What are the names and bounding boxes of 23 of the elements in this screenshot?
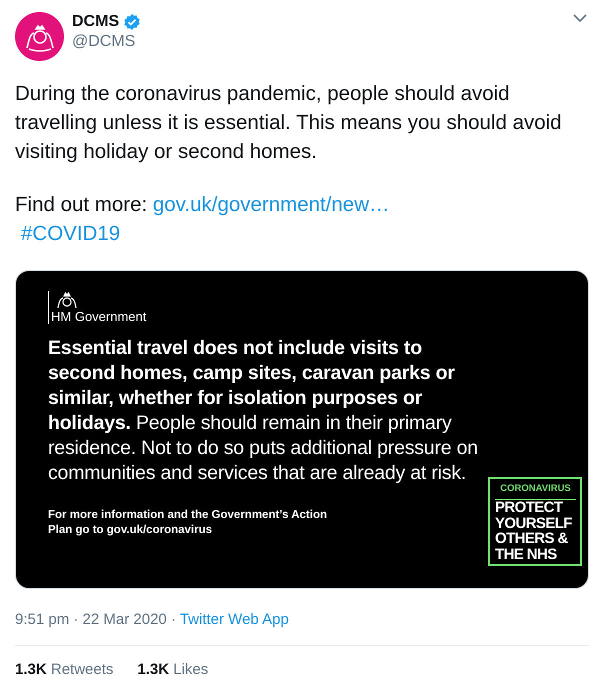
stat-count[interactable]: 1.3K Likes: [137, 658, 208, 681]
slogan-line: THE NHS: [495, 546, 558, 562]
avatar[interactable]: [15, 12, 64, 61]
find-out-more-text: Find out more:: [15, 193, 148, 216]
separator-dot: ·: [170, 611, 176, 628]
crest-icon: [56, 291, 78, 310]
account-name[interactable]: DCMS: [72, 12, 120, 32]
hashtag-link[interactable]: #COVID19: [21, 222, 120, 245]
stat-count[interactable]: 1.3K Retweets: [15, 658, 114, 681]
source-link[interactable]: Twitter Web App: [180, 611, 289, 628]
slogan-line: OTHERS &: [495, 531, 569, 546]
brand-name: HM Government: [51, 309, 146, 324]
chevron-down-icon[interactable]: [573, 14, 587, 23]
slogan-line: YOURSELF: [495, 516, 573, 531]
timestamp: 9:51 pm · 22 Mar 2020: [15, 611, 167, 628]
tweet-text: During the coronavirus pandemic, people should avoid travelling unless it is essential. This means you should avoid visiting holiday or second homes.: [15, 81, 563, 165]
tweet-image-card[interactable]: [15, 270, 589, 589]
account-handle[interactable]: @DCMS: [72, 32, 565, 52]
card-footer-text: For more information and the Government’s Action Plan go to gov.uk/coronavirus: [48, 508, 328, 538]
badge-title: CORONAVIRUS: [495, 478, 576, 500]
tweet-link[interactable]: gov.uk/government/new…: [152, 193, 390, 216]
slogan-line: PROTECT: [495, 500, 564, 516]
card-message: Essential travel does not include visits to second homes, camp sites, caravan parks or similar, whether for isolation purposes or holidays. People should remain in their primary residence. Not to do so puts additional pressure on communities and services that are already at risk.: [48, 336, 479, 486]
